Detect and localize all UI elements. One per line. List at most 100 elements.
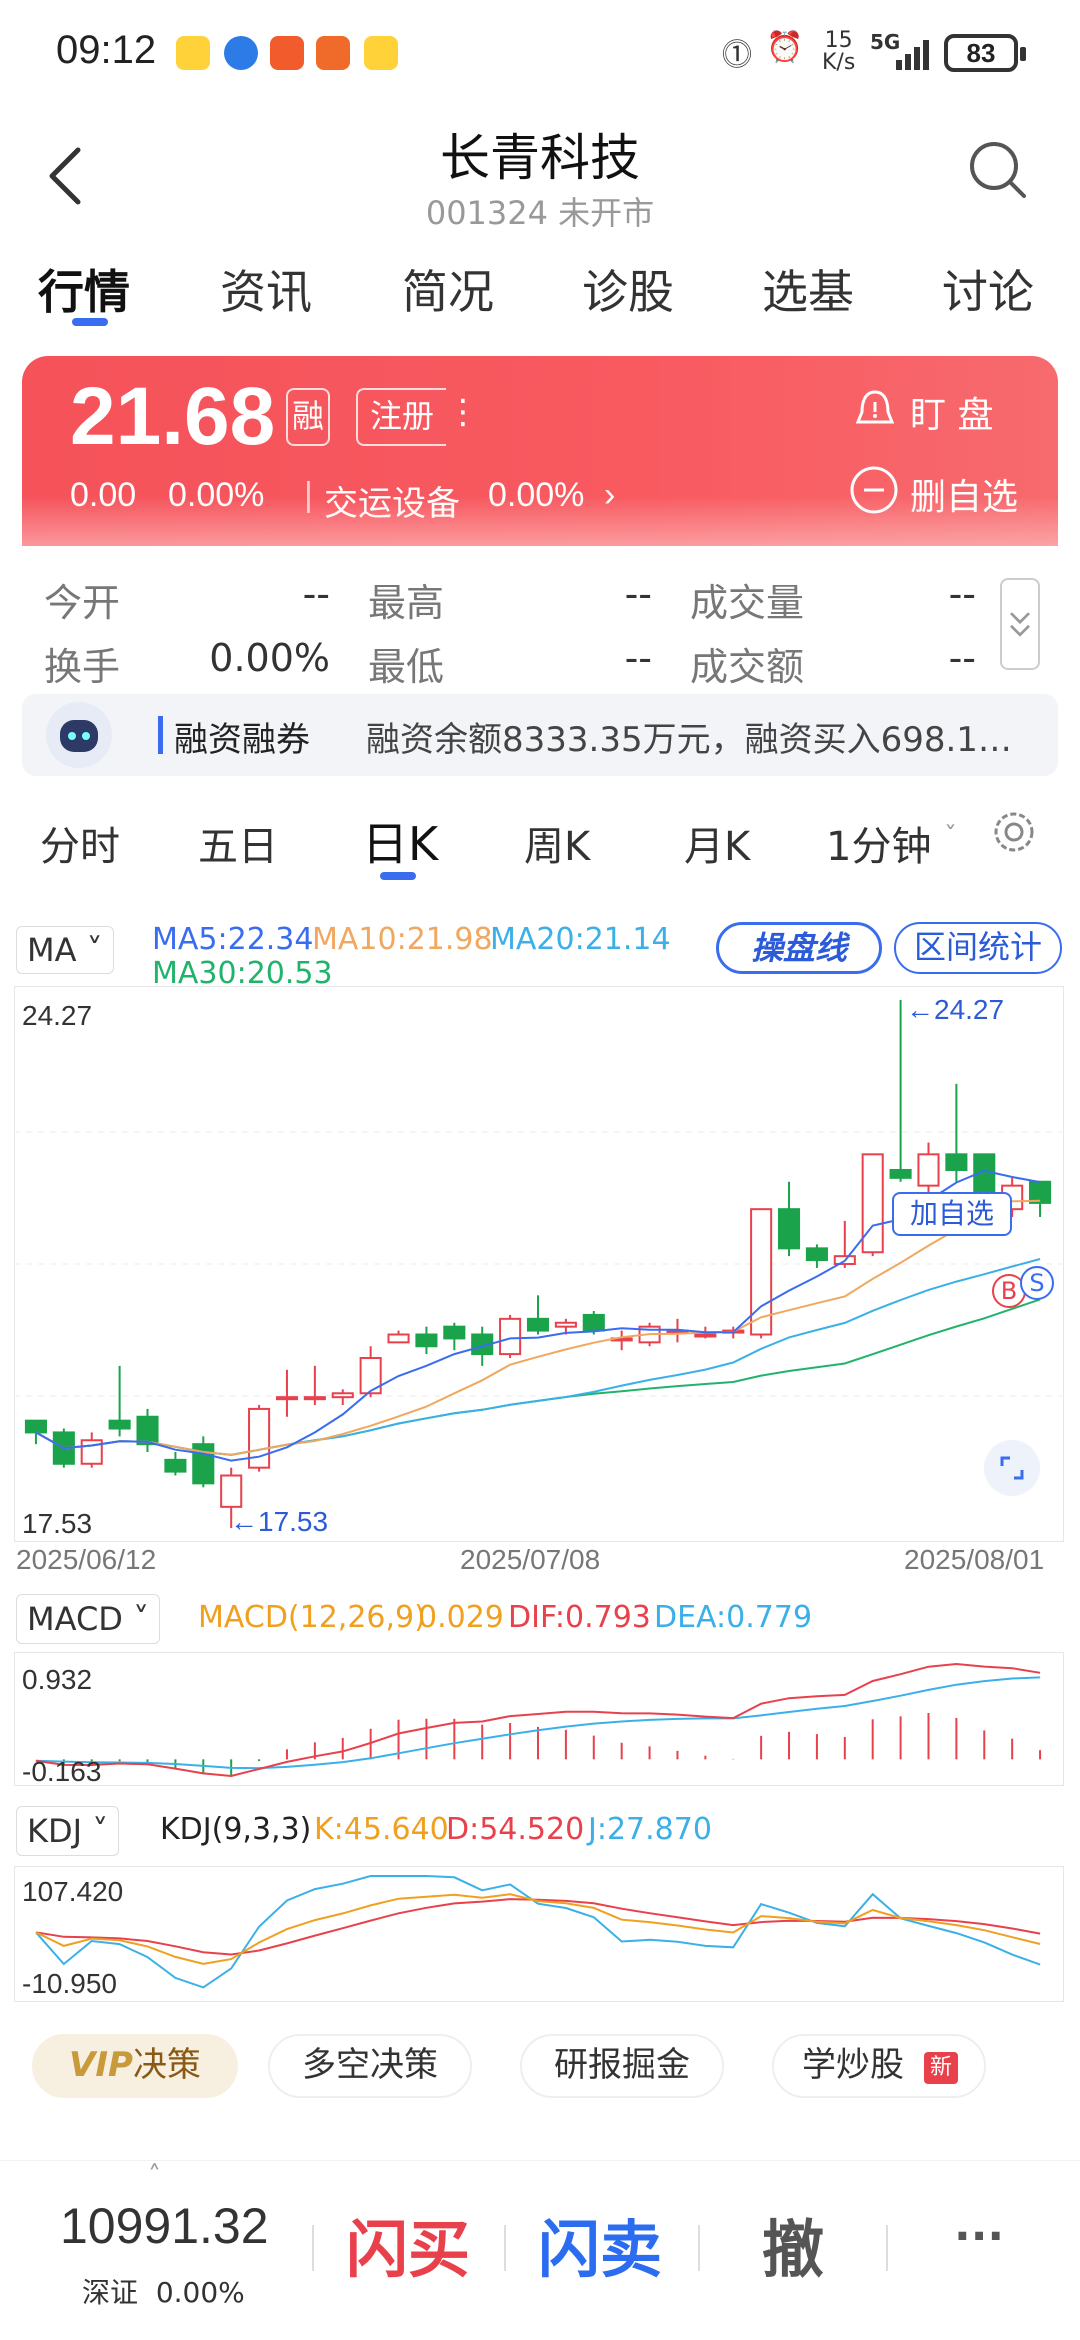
price-change: 0.00 bbox=[70, 476, 137, 514]
tab-quote[interactable]: 行情 bbox=[38, 256, 130, 322]
macd-selector[interactable]: MACD ˅ bbox=[16, 1594, 161, 1644]
tab-daily-k[interactable]: 日K bbox=[362, 808, 438, 874]
tab-five-day[interactable]: 五日 bbox=[198, 814, 278, 872]
index-value[interactable]: 10991.32 bbox=[60, 2197, 269, 2255]
high-marker: ←24.27 bbox=[906, 994, 1005, 1025]
range-stats-button[interactable]: 区间统计 bbox=[894, 922, 1062, 974]
candle-body bbox=[275, 1396, 299, 1401]
macd-params: MACD(12,26,9) bbox=[198, 1600, 426, 1635]
x-axis-date: 2025/08/01 bbox=[904, 1544, 1045, 1575]
more-options-button[interactable]: ··· bbox=[954, 2211, 1004, 2262]
kdj-selector[interactable]: KDJ ˅ bbox=[16, 1806, 120, 1856]
kdj-d: D:54.520 bbox=[446, 1812, 585, 1847]
kdj-k: K:45.640 bbox=[314, 1812, 449, 1847]
search-icon[interactable] bbox=[964, 136, 1032, 204]
macd-value: 0.029 bbox=[418, 1600, 504, 1635]
stat-label: 换手 bbox=[44, 645, 121, 689]
tab-weekly-k[interactable]: 周K bbox=[524, 814, 590, 872]
divider bbox=[504, 2225, 506, 2271]
notice-text: 融资余额8333.35万元，融资买入698.1… bbox=[366, 720, 1012, 760]
stat-value: 0.00% bbox=[209, 636, 330, 680]
macd-chart[interactable] bbox=[14, 1652, 1064, 1786]
sector-pct[interactable]: 0.00% bbox=[488, 476, 584, 515]
more-dots-icon[interactable]: ⋮ bbox=[446, 392, 480, 432]
divider bbox=[312, 2225, 314, 2271]
hd-icon: ⓵ bbox=[722, 38, 752, 73]
candle-body bbox=[220, 1474, 243, 1508]
j-line bbox=[35, 1875, 1041, 1989]
chevron-down-icon[interactable]: ˇ bbox=[944, 822, 957, 852]
current-price: 21.68 bbox=[70, 371, 276, 462]
bell-alarm-icon[interactable] bbox=[850, 386, 900, 436]
candle-body bbox=[554, 1321, 577, 1328]
stat-value: -- bbox=[948, 572, 976, 616]
candle-body bbox=[108, 1419, 131, 1430]
quick-buy-button[interactable]: 闪买 bbox=[346, 2199, 470, 2289]
research-report-button[interactable]: 研报掘金 bbox=[520, 2034, 724, 2098]
remove-circle-icon[interactable] bbox=[848, 464, 900, 516]
duck-app-icon bbox=[176, 36, 210, 70]
chevron-up-icon[interactable]: ˄ bbox=[148, 2161, 161, 2191]
signal-icon bbox=[896, 40, 929, 70]
low-marker: ←17.53 bbox=[230, 1506, 329, 1537]
expand-chevron-icon[interactable] bbox=[1000, 578, 1040, 670]
divider bbox=[886, 2225, 888, 2271]
x-axis-date: 2025/07/08 bbox=[460, 1544, 601, 1575]
remove-watchlist-button[interactable]: 删自选 bbox=[910, 468, 1018, 520]
tab-news[interactable]: 资讯 bbox=[220, 256, 312, 322]
status-bar: 09:12 ⓵ ⏰ 15 K/s 5G 83 bbox=[0, 0, 1080, 100]
tab-funds[interactable]: 选基 bbox=[762, 256, 854, 322]
tab-discussion[interactable]: 讨论 bbox=[942, 256, 1034, 322]
sector-name[interactable]: 交运设备 bbox=[324, 476, 460, 525]
kdj-chart[interactable] bbox=[14, 1866, 1064, 2002]
add-watchlist-tag[interactable]: 加自选 bbox=[892, 1192, 1012, 1236]
ma-selector[interactable]: MA ˅ bbox=[16, 926, 114, 974]
active-tab-underline bbox=[72, 318, 108, 326]
fullscreen-icon[interactable] bbox=[984, 1440, 1040, 1496]
stock-name: 长青科技 bbox=[440, 129, 640, 187]
cancel-order-button[interactable]: 撤 bbox=[762, 2199, 824, 2289]
notice-accent-bar bbox=[158, 716, 163, 754]
macd-dif: DIF:0.793 bbox=[508, 1600, 651, 1635]
candle-body bbox=[526, 1317, 550, 1332]
ma20-label: MA20:21.14 bbox=[490, 922, 671, 957]
stat-label: 成交量 bbox=[690, 581, 805, 625]
kline-chart[interactable] bbox=[14, 986, 1064, 1542]
stat-value: -- bbox=[624, 572, 652, 616]
register-tag[interactable]: 注册 bbox=[356, 388, 446, 446]
gear-icon[interactable] bbox=[988, 806, 1040, 858]
margin-tag[interactable]: 融 bbox=[286, 388, 330, 446]
candle-body bbox=[945, 1153, 968, 1171]
watch-button[interactable]: 盯 盘 bbox=[910, 386, 993, 438]
tab-diagnosis[interactable]: 诊股 bbox=[582, 256, 674, 322]
candle-body bbox=[248, 1407, 271, 1469]
chevron-right-icon[interactable]: › bbox=[604, 476, 615, 515]
kdj-params: KDJ(9,3,3) bbox=[160, 1812, 312, 1847]
paper-plane-app-icon bbox=[270, 36, 304, 70]
red-app-icon bbox=[316, 36, 350, 70]
tab-minute[interactable]: 1分钟 bbox=[826, 814, 931, 872]
candle-body bbox=[694, 1333, 717, 1338]
tab-profile[interactable]: 简况 bbox=[402, 256, 494, 322]
long-short-decision-button[interactable]: 多空决策 bbox=[268, 2034, 472, 2098]
vip-decision-button[interactable]: VIP决策 bbox=[32, 2034, 238, 2098]
stat-value: -- bbox=[624, 636, 652, 680]
quick-sell-button[interactable]: 闪卖 bbox=[538, 2199, 662, 2289]
new-badge: 新 bbox=[924, 2052, 958, 2084]
divider bbox=[698, 2225, 700, 2271]
candle-body bbox=[861, 1153, 884, 1254]
stat-value: -- bbox=[302, 572, 330, 616]
candle-body bbox=[164, 1458, 187, 1473]
tab-intraday[interactable]: 分时 bbox=[40, 814, 120, 872]
kdj-y-top: 107.420 bbox=[22, 1876, 124, 1907]
robot-assistant-icon[interactable] bbox=[46, 702, 112, 768]
operate-line-button[interactable]: 操盘线 bbox=[716, 922, 882, 974]
tab-monthly-k[interactable]: 月K bbox=[684, 814, 750, 872]
candle-body bbox=[777, 1208, 801, 1250]
margin-notice[interactable]: 融资融券 融资余额8333.35万元，融资买入698.1… bbox=[22, 694, 1058, 776]
quote-card: 21.68 融 注册 ⋮ 0.00 0.00% | 交运设备 0.00% › 盯… bbox=[22, 356, 1058, 546]
candle-body bbox=[415, 1333, 438, 1348]
stat-label: 最低 bbox=[368, 645, 445, 689]
sell-marker[interactable]: S bbox=[1020, 1266, 1054, 1300]
index-name: 深证 0.00% bbox=[82, 2276, 245, 2309]
